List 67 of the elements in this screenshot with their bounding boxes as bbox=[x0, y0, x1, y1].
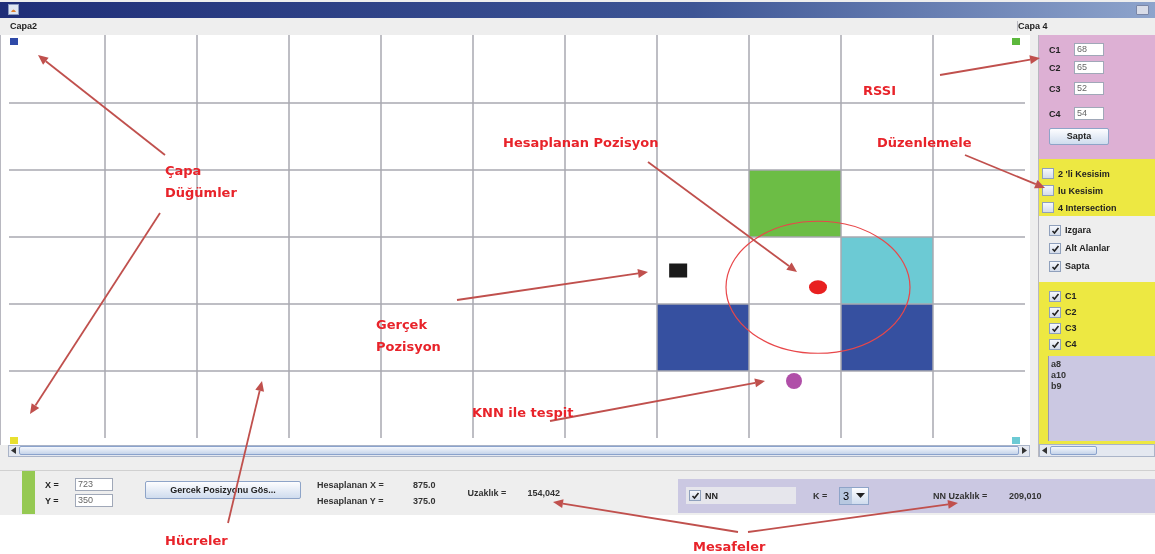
rssi-label: C2 bbox=[1049, 62, 1062, 73]
checkbox[interactable] bbox=[1042, 185, 1054, 197]
field-label: Y = bbox=[45, 495, 60, 506]
minimize-button[interactable] bbox=[1136, 4, 1149, 15]
checkbox-label: lu Kesisim bbox=[1058, 185, 1104, 196]
checkbox[interactable] bbox=[1049, 224, 1061, 236]
rssi-field[interactable]: 54 bbox=[1074, 107, 1104, 121]
annotation-label: Mesafeler bbox=[693, 538, 766, 554]
annotation-label: RSSI bbox=[863, 82, 896, 100]
field-label: X = bbox=[45, 479, 60, 490]
checkbox[interactable] bbox=[1049, 260, 1061, 272]
annotation-label: KNN ile tespit bbox=[472, 404, 574, 422]
rssi-label: C4 bbox=[1049, 108, 1062, 119]
checkbox-label: C3 bbox=[1065, 323, 1077, 334]
value-text: 375.0 bbox=[413, 495, 436, 506]
checkbox[interactable] bbox=[1042, 168, 1054, 180]
checkbox-label: Izgara bbox=[1065, 225, 1091, 236]
calculated-position-dot bbox=[809, 279, 827, 294]
checkbox-label: C2 bbox=[1065, 307, 1077, 318]
scroll-right-icon[interactable] bbox=[1021, 447, 1027, 455]
value-text: 154,042 bbox=[527, 487, 561, 498]
value-text: 209,010 bbox=[1009, 490, 1042, 501]
list-item[interactable]: a10 bbox=[1051, 370, 1155, 382]
list-item[interactable]: a8 bbox=[1051, 359, 1155, 371]
rssi-field[interactable]: 68 bbox=[1074, 43, 1104, 57]
annotation-label: Çapa Düğümler bbox=[165, 162, 238, 202]
value-text: 875.0 bbox=[413, 479, 436, 490]
checkbox-label: Alt Alanlar bbox=[1065, 243, 1110, 254]
checkbox[interactable] bbox=[1049, 242, 1061, 254]
rssi-label: C3 bbox=[1049, 83, 1062, 94]
panel-label: Capa 4 bbox=[1017, 21, 1155, 32]
status-strip bbox=[22, 471, 35, 515]
list-item[interactable]: b9 bbox=[1051, 381, 1155, 393]
checkbox[interactable] bbox=[689, 490, 702, 502]
app-icon bbox=[8, 4, 19, 16]
checkbox-label: C4 bbox=[1065, 339, 1077, 350]
rssi-field[interactable]: 65 bbox=[1074, 61, 1104, 75]
annotation-label: Gerçek Pozisyon bbox=[376, 316, 442, 356]
detect-button[interactable]: Sapta bbox=[1049, 127, 1109, 145]
annotation-label: Düzenlemele bbox=[877, 134, 972, 152]
checkbox-label: Sapta bbox=[1065, 261, 1090, 272]
checkbox[interactable] bbox=[1049, 306, 1061, 318]
coordinate-field[interactable]: 723 bbox=[75, 478, 113, 492]
checkbox-label: 4 Intersection bbox=[1058, 202, 1117, 213]
k-dropdown[interactable]: 3 bbox=[839, 486, 870, 505]
checkbox[interactable] bbox=[1042, 202, 1054, 214]
panel-label: Capa2 bbox=[10, 21, 37, 32]
value-label: Hesaplanan X = bbox=[317, 479, 385, 490]
scroll-left-icon[interactable] bbox=[11, 447, 17, 455]
annotation-label: Hücreler bbox=[165, 532, 228, 550]
rssi-label: C1 bbox=[1049, 44, 1062, 55]
checkbox-label: C1 bbox=[1065, 291, 1077, 302]
value-label: K = bbox=[813, 490, 829, 501]
scroll-left-icon[interactable] bbox=[1042, 446, 1048, 454]
caret-icon bbox=[855, 492, 865, 499]
coordinate-field[interactable]: 350 bbox=[75, 494, 113, 508]
annotation-label: Hesaplanan Pozisyon bbox=[503, 134, 659, 152]
checkbox[interactable] bbox=[1049, 290, 1061, 302]
checkbox[interactable] bbox=[1049, 338, 1061, 350]
checkbox-label: NN bbox=[705, 490, 719, 501]
value-label: NN Uzaklık = bbox=[933, 490, 989, 501]
value-label: Hesaplanan Y = bbox=[317, 495, 385, 506]
real-position-marker bbox=[669, 263, 688, 278]
value-label: Uzaklık = bbox=[467, 487, 508, 498]
checkbox-label: 2 'li Kesisim bbox=[1058, 168, 1110, 179]
checkbox[interactable] bbox=[1049, 322, 1061, 334]
rssi-field[interactable]: 52 bbox=[1074, 82, 1104, 96]
